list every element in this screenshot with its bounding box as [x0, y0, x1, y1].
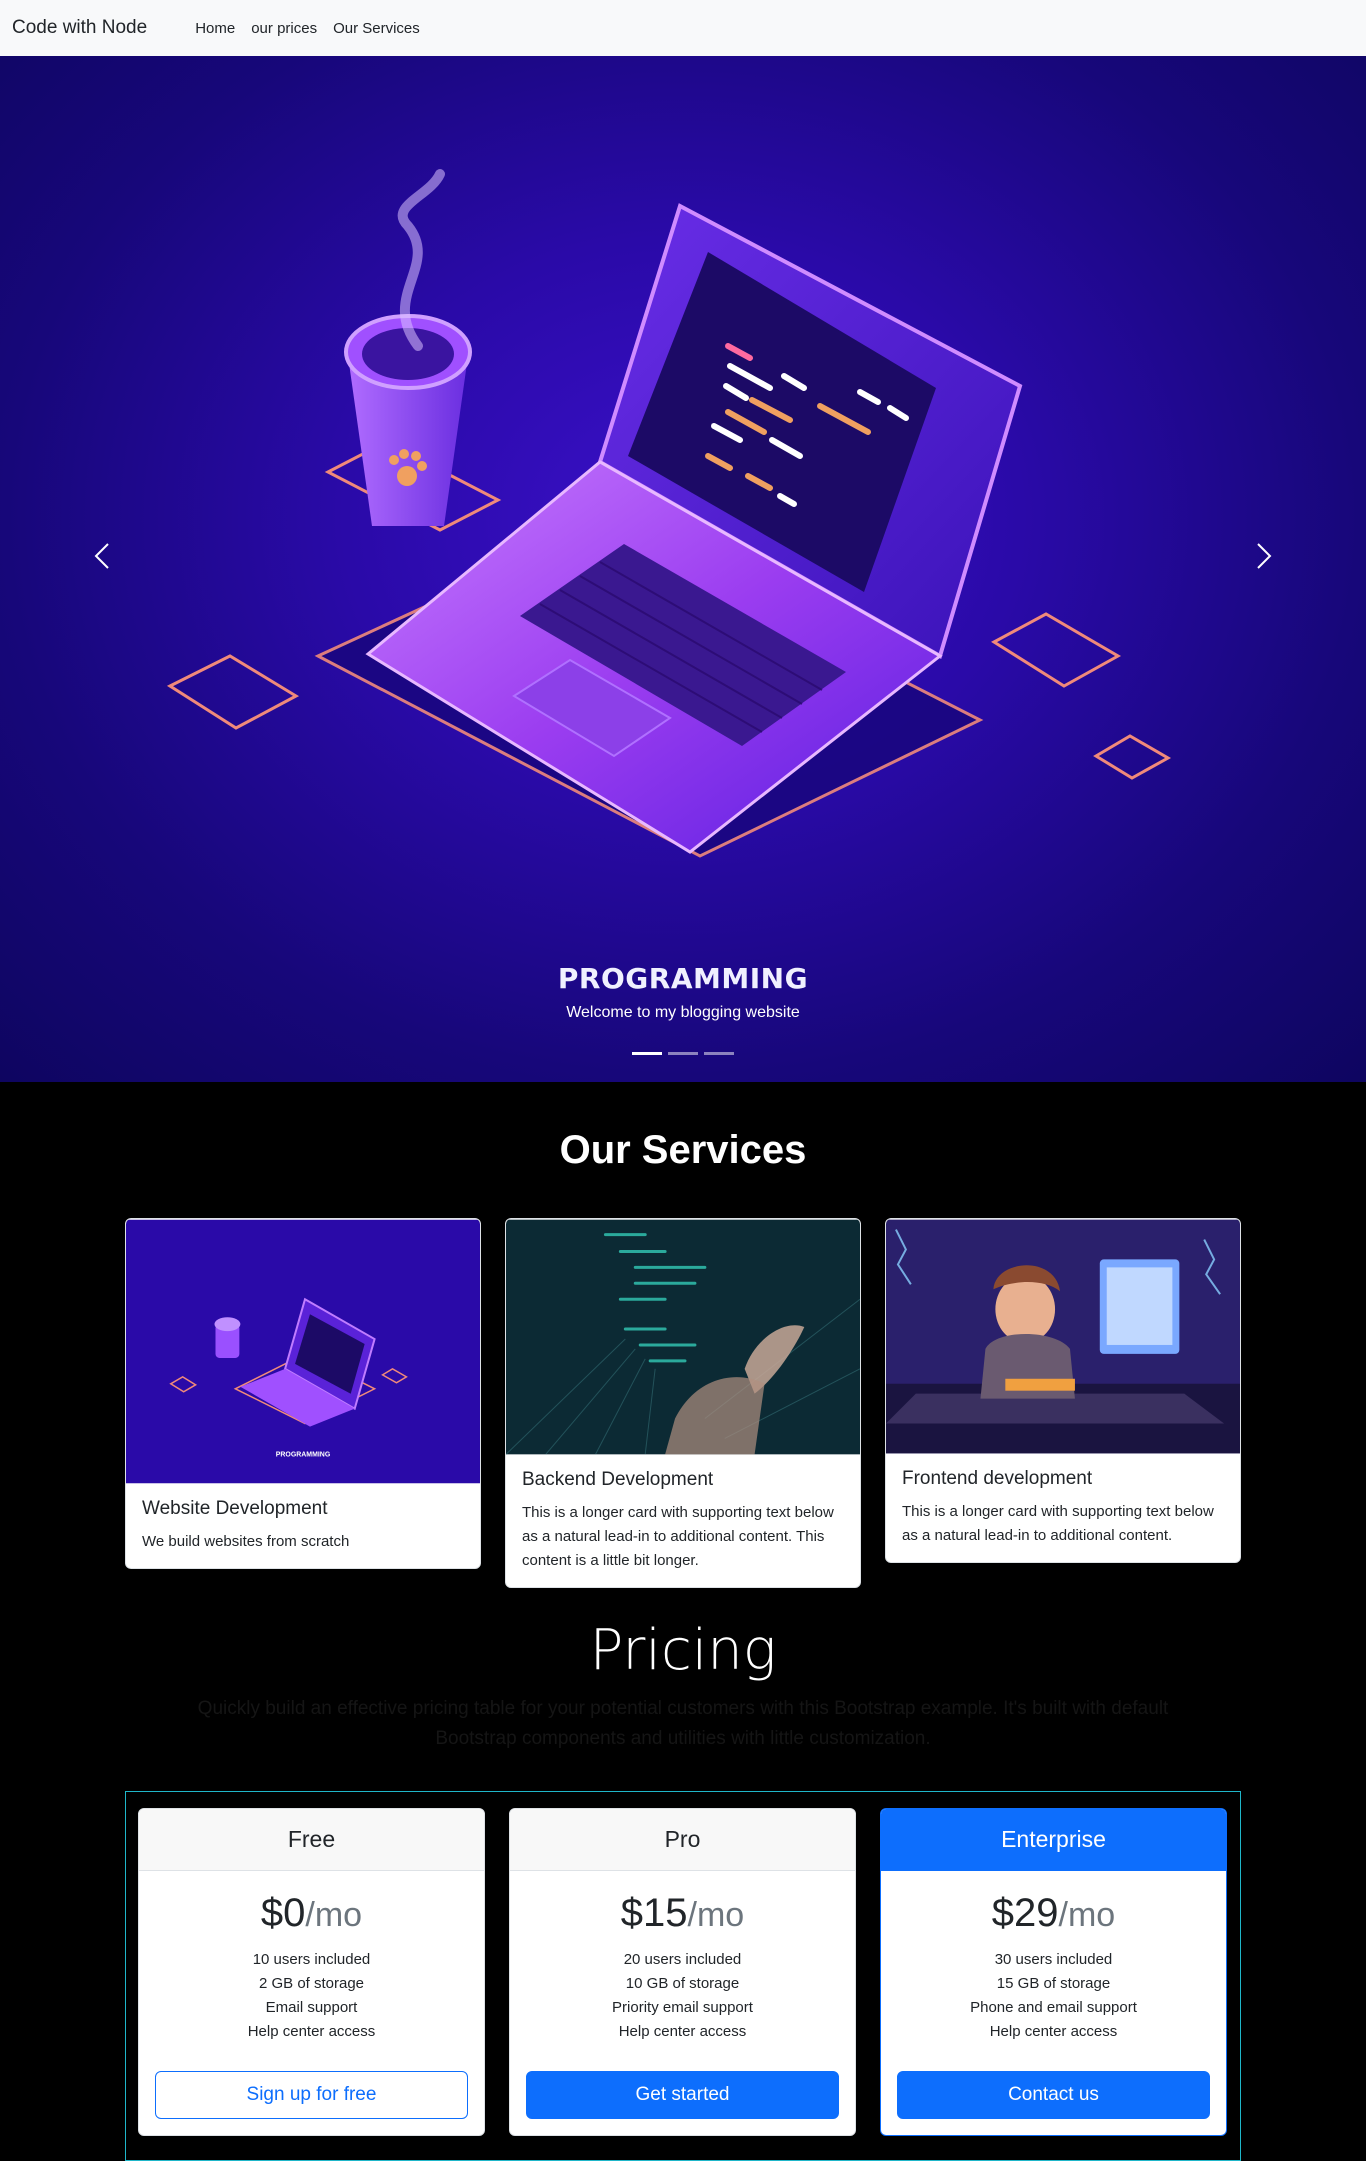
feature-item: Email support: [265, 1999, 358, 2016]
nav-link-services[interactable]: Our Services: [333, 20, 420, 37]
frontend-developer-image: [886, 1219, 1240, 1454]
plan-price: $15/mo: [510, 1891, 855, 1936]
service-card-frontend: Frontend development This is a longer ca…: [885, 1218, 1241, 1563]
card-text: This is a longer card with supporting te…: [522, 1504, 834, 1569]
service-card-backend: Backend Development This is a longer car…: [505, 1218, 861, 1588]
carousel-next-button[interactable]: [1244, 526, 1284, 586]
card-text: We build websites from scratch: [142, 1533, 350, 1550]
card-title: Frontend development: [902, 1468, 1093, 1489]
nav-link-prices[interactable]: our prices: [251, 20, 317, 37]
feature-list: 20 users included 10 GB of storage Prior…: [510, 1948, 855, 2044]
card-title: Website Development: [142, 1498, 328, 1519]
nav-links: Home our prices Our Services: [195, 20, 420, 37]
card-body: Website Development We build websites fr…: [126, 1484, 480, 1568]
navbar: Code with Node Home our prices Our Servi…: [0, 0, 1366, 56]
feature-item: 10 GB of storage: [625, 1975, 740, 1992]
plan-name: Free: [139, 1809, 484, 1871]
services-title: Our Services: [559, 1128, 807, 1172]
price-period: /mo: [1058, 1896, 1116, 1934]
pricing-card-pro: Pro $15/mo 20 users included 10 GB of st…: [509, 1808, 856, 2136]
chevron-right-icon: [1257, 543, 1272, 569]
laptop-illustration: [166, 169, 1172, 858]
feature-list: 30 users included 15 GB of storage Phone…: [881, 1948, 1226, 2044]
feature-item: Help center access: [618, 2023, 747, 2040]
price-period: /mo: [305, 1896, 363, 1934]
navbar-brand[interactable]: Code with Node: [12, 17, 147, 39]
feature-item: Help center access: [989, 2023, 1118, 2040]
price-amount: $15: [620, 1891, 688, 1935]
pricing-card-free: Free $0/mo 10 users included 2 GB of sto…: [138, 1808, 485, 2136]
carousel-indicator-1[interactable]: [632, 1052, 662, 1055]
carousel-indicator-3[interactable]: [704, 1052, 734, 1055]
plan-name: Enterprise: [881, 1809, 1226, 1871]
pricing-lead: Quickly build an effective pricing table…: [197, 1698, 1169, 1749]
chevron-left-icon: [94, 543, 109, 569]
card-text: This is a longer card with supporting te…: [902, 1503, 1214, 1544]
feature-item: Help center access: [247, 2023, 376, 2040]
feature-list: 10 users included 2 GB of storage Email …: [139, 1948, 484, 2044]
service-card-website: PROGRAMMING Website Development We build…: [125, 1218, 481, 1569]
feature-item: 30 users included: [994, 1951, 1113, 1968]
feature-item: 2 GB of storage: [258, 1975, 365, 1992]
backend-code-image: [506, 1219, 860, 1455]
contact-us-button[interactable]: Contact us: [897, 2071, 1210, 2119]
carousel-image-text: PROGRAMMING: [557, 962, 809, 995]
service-card-thumb-text: PROGRAMMING: [276, 1451, 330, 1458]
plan-name: Pro: [510, 1809, 855, 1871]
hero-carousel: PROGRAMMING Welcome to my blogging websi…: [0, 56, 1366, 1082]
plan-price: $29/mo: [881, 1891, 1226, 1936]
pricing-table: Free $0/mo 10 users included 2 GB of sto…: [125, 1791, 1241, 2161]
feature-item: 20 users included: [623, 1951, 742, 1968]
pricing-title: Pricing: [589, 1618, 777, 1683]
sign-up-button[interactable]: Sign up for free: [155, 2071, 468, 2119]
card-title: Backend Development: [522, 1469, 714, 1490]
pricing-card-enterprise: Enterprise $29/mo 30 users included 15 G…: [880, 1808, 1227, 2136]
carousel-indicator-2[interactable]: [668, 1052, 698, 1055]
card-body: Frontend development This is a longer ca…: [886, 1454, 1240, 1562]
card-body: Backend Development This is a longer car…: [506, 1455, 860, 1587]
carousel-prev-button[interactable]: [82, 526, 122, 586]
price-amount: $29: [991, 1891, 1059, 1935]
carousel-caption: Welcome to my blogging website: [566, 1004, 800, 1021]
plan-price: $0/mo: [139, 1891, 484, 1936]
nav-link-home[interactable]: Home: [195, 20, 235, 37]
get-started-button[interactable]: Get started: [526, 2071, 839, 2119]
carousel-indicators: [0, 1052, 1366, 1055]
feature-item: 10 users included: [252, 1951, 371, 1968]
feature-item: Priority email support: [612, 1999, 753, 2016]
price-period: /mo: [687, 1896, 745, 1934]
feature-item: 15 GB of storage: [996, 1975, 1111, 1992]
price-amount: $0: [260, 1891, 306, 1935]
programming-laptop-image: PROGRAMMING: [126, 1219, 480, 1484]
feature-item: Phone and email support: [970, 1999, 1137, 2016]
